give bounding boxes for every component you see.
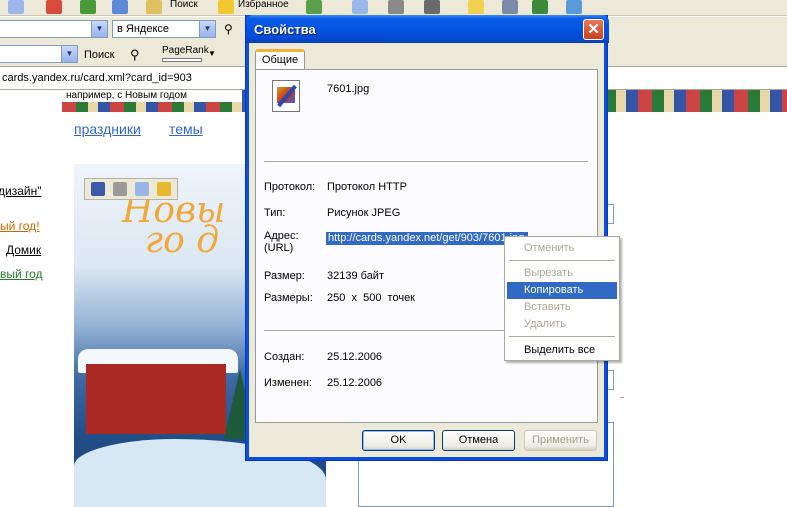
- toolbar-icon[interactable]: [80, 0, 96, 14]
- yandex-search-button[interactable]: Поиск: [84, 49, 114, 61]
- modified-value: 25.12.2006: [327, 377, 383, 389]
- protocol-value: Протокол HTTP: [327, 181, 407, 193]
- decorative-line: [620, 397, 624, 398]
- globe-icon[interactable]: [566, 0, 582, 14]
- messenger-icon[interactable]: [502, 0, 518, 14]
- dialog-title: Свойства: [254, 22, 316, 37]
- bug-icon[interactable]: [532, 0, 548, 14]
- type-value: Рисунок JPEG: [327, 207, 401, 219]
- search-text-combo[interactable]: ▼: [0, 20, 108, 38]
- address-url-label: (URL): [264, 242, 294, 254]
- type-label: Тип:: [264, 207, 286, 219]
- mail-icon[interactable]: [135, 182, 149, 196]
- address-value[interactable]: http://cards.yandex.net/get/903/7601.jpg: [326, 232, 528, 245]
- postcard-lettering: Новы го д: [122, 190, 226, 261]
- toolbar-icon[interactable]: [112, 0, 128, 14]
- menu-item-copy[interactable]: Копировать: [507, 282, 617, 299]
- created-label: Создан:: [264, 351, 305, 363]
- size-label: Размер:: [264, 270, 305, 282]
- context-menu: Отменить Вырезать Копировать Вставить Уд…: [504, 236, 620, 361]
- image-toolbar: [84, 178, 178, 200]
- size-value: 32139 байт: [327, 270, 384, 282]
- menu-item-select-all[interactable]: Выделить все: [507, 342, 617, 359]
- print-icon[interactable]: [113, 182, 127, 196]
- created-value: 25.12.2006: [327, 351, 383, 363]
- cancel-button[interactable]: Отмена: [442, 430, 515, 451]
- ok-button[interactable]: OK: [362, 430, 435, 451]
- search-go-icon[interactable]: ⚲: [224, 22, 233, 36]
- dimensions-value: 250 x 500 точек: [327, 292, 415, 304]
- menu-item-cut[interactable]: Вырезать: [507, 265, 617, 282]
- mail-icon[interactable]: [352, 0, 368, 14]
- dimensions-label: Размеры:: [264, 292, 313, 304]
- toolbar-icon[interactable]: [8, 0, 24, 14]
- menu-separator: [509, 336, 615, 337]
- pagerank-dropdown-icon[interactable]: ▼: [208, 49, 216, 58]
- search-scope-select[interactable]: в Яндексе ▼: [112, 20, 216, 38]
- menu-item-delete[interactable]: Удалить: [507, 316, 617, 333]
- menu-item-undo[interactable]: Отменить: [507, 240, 617, 257]
- magnifier-icon[interactable]: ⚲: [130, 47, 140, 63]
- pagerank-bar: [162, 58, 202, 62]
- toolbar-search-button[interactable]: Поиск: [170, 0, 198, 10]
- nav-link-themes[interactable]: темы: [169, 121, 203, 137]
- favorites-star-icon[interactable]: [218, 0, 234, 14]
- chevron-down-icon[interactable]: ▼: [91, 21, 107, 37]
- address-url[interactable]: cards.yandex.ru/card.xml?card_id=903: [2, 72, 192, 84]
- discuss-icon[interactable]: [468, 0, 484, 14]
- chevron-down-icon[interactable]: ▼: [199, 21, 215, 37]
- menu-item-paste[interactable]: Вставить: [507, 299, 617, 316]
- print-icon[interactable]: [388, 0, 404, 14]
- side-link-house[interactable]: Домик: [6, 243, 41, 257]
- yandex-search-combo[interactable]: ▼: [0, 45, 78, 63]
- dialog-titlebar[interactable]: Свойства ✕: [246, 15, 609, 43]
- address-label: Адрес:: [264, 230, 299, 242]
- apply-button[interactable]: Применить: [524, 430, 597, 451]
- side-link-new-year[interactable]: ый год!: [0, 219, 40, 233]
- history-icon[interactable]: [306, 0, 322, 14]
- file-name: 7601.jpg: [327, 83, 370, 95]
- tab-general[interactable]: Общие: [255, 49, 305, 70]
- edit-icon[interactable]: [424, 0, 440, 14]
- side-link-design[interactable]: дизайн": [0, 184, 41, 198]
- protocol-label: Протокол:: [264, 181, 316, 193]
- side-link-new-year-2[interactable]: вый год: [0, 267, 43, 281]
- pagerank-label: PageRank: [162, 45, 209, 56]
- toolbar-favorites-button[interactable]: Избранное: [238, 0, 289, 10]
- toolbar-icon[interactable]: [46, 0, 62, 14]
- search-icon[interactable]: [146, 0, 162, 14]
- folder-icon[interactable]: [157, 182, 171, 196]
- browser-toolbar: Поиск Избранное: [0, 0, 787, 16]
- nav-link-holidays[interactable]: праздники: [74, 121, 141, 137]
- save-icon[interactable]: [91, 182, 105, 196]
- modified-label: Изменен:: [264, 377, 312, 389]
- image-file-icon: [272, 80, 300, 112]
- postcard-house: [86, 364, 226, 434]
- close-button[interactable]: ✕: [583, 19, 604, 40]
- divider: [264, 161, 588, 162]
- banner-hint: например, с Новым годом: [62, 90, 242, 102]
- chevron-down-icon[interactable]: ▼: [61, 46, 77, 62]
- menu-separator: [509, 260, 615, 261]
- close-icon: ✕: [587, 21, 600, 38]
- search-scope-value: в Яндексе: [117, 23, 170, 35]
